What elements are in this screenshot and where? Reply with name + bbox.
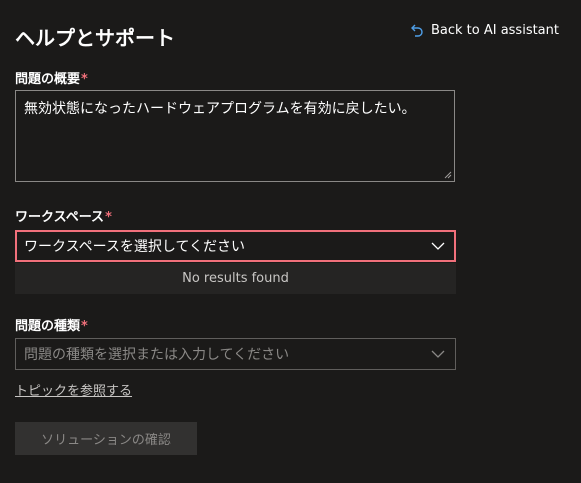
workspace-dropdown[interactable]: ワークスペースを選択してください <box>15 230 456 262</box>
chevron-down-icon <box>431 350 445 358</box>
summary-textarea[interactable]: 無効状態になったハードウェアプログラムを有効に戻したい。 <box>15 90 455 182</box>
summary-label: 問題の概要* <box>15 72 88 87</box>
problem-type-combobox[interactable]: 問題の種類を選択または入力してください <box>15 338 456 370</box>
problem-type-placeholder: 問題の種類を選択または入力してください <box>24 347 290 363</box>
required-mark: * <box>105 210 112 225</box>
confirm-solution-button[interactable]: ソリューションの確認 <box>15 422 197 455</box>
required-mark: * <box>81 72 88 87</box>
no-results-message: No results found <box>15 263 456 294</box>
back-to-ai-assistant-link[interactable]: Back to AI assistant <box>409 22 559 38</box>
back-link-label: Back to AI assistant <box>430 22 559 38</box>
summary-text: 無効状態になったハードウェアプログラムを有効に戻したい。 <box>24 101 416 117</box>
resize-grip-icon[interactable] <box>444 171 452 179</box>
back-arrow-icon <box>410 24 423 37</box>
browse-topics-link[interactable]: トピックを参照する <box>15 380 132 399</box>
workspace-placeholder: ワークスペースを選択してください <box>24 239 246 255</box>
chevron-down-icon <box>431 242 445 250</box>
workspace-label: ワークスペース* <box>15 210 112 225</box>
problem-type-label: 問題の種類* <box>15 319 88 334</box>
required-mark: * <box>81 319 88 334</box>
page-title: ヘルプとサポート <box>15 26 175 50</box>
